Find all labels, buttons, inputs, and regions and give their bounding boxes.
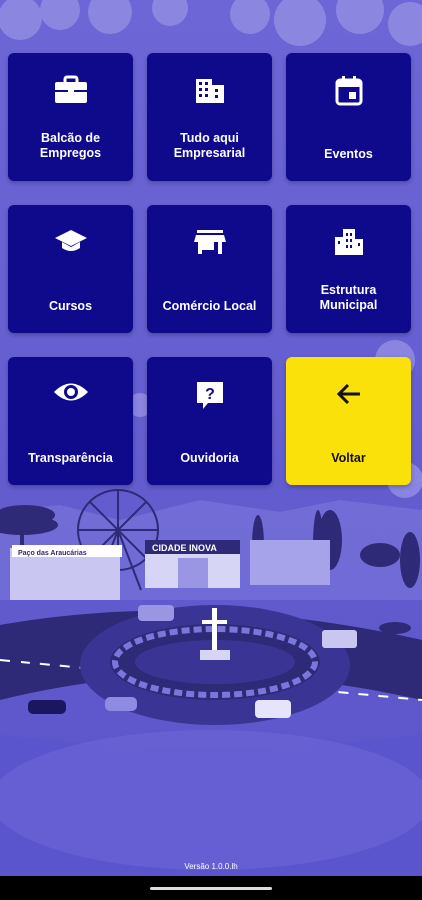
- graduation-cap-icon: [8, 227, 133, 255]
- building-icon: [147, 75, 272, 105]
- tile-label: Voltar: [331, 451, 366, 465]
- svg-text:?: ?: [205, 386, 215, 403]
- tile-label: Balcão de Empregos: [39, 131, 102, 160]
- sign-left: Paço das Araucárias: [18, 550, 87, 557]
- city-buildings-icon: [286, 227, 411, 257]
- tile-label: Transparência: [28, 451, 113, 465]
- briefcase-icon: [8, 75, 133, 105]
- calendar-icon: [286, 75, 411, 107]
- back-button[interactable]: Voltar: [286, 357, 411, 485]
- menu-grid: Balcão de Empregos Tudo aqui Empresarial…: [8, 53, 412, 485]
- tile-label: Estrutura Municipal: [319, 283, 378, 312]
- tile-tudo-aqui-empresarial[interactable]: Tudo aqui Empresarial: [147, 53, 272, 181]
- tile-ouvidoria[interactable]: ? Ouvidoria: [147, 357, 272, 485]
- tile-label: Ouvidoria: [180, 451, 239, 465]
- version-text: Versão 1.0.0.lh: [184, 862, 238, 871]
- tile-estrutura-municipal[interactable]: Estrutura Municipal: [286, 205, 411, 333]
- question-chat-icon: ?: [147, 379, 272, 411]
- eye-icon: [8, 379, 133, 405]
- tile-balcao-de-empregos[interactable]: Balcão de Empregos: [8, 53, 133, 181]
- tile-label: Tudo aqui Empresarial: [173, 131, 246, 160]
- tile-comercio-local[interactable]: Comércio Local: [147, 205, 272, 333]
- store-icon: [147, 227, 272, 257]
- home-gesture-handle[interactable]: [150, 887, 272, 890]
- tile-label: Cursos: [48, 299, 93, 313]
- tile-cursos[interactable]: Cursos: [8, 205, 133, 333]
- sign-center: CIDADE INOVA: [152, 543, 217, 553]
- tile-transparencia[interactable]: Transparência: [8, 357, 133, 485]
- tile-eventos[interactable]: Eventos: [286, 53, 411, 181]
- arrow-left-icon: [286, 379, 411, 409]
- tile-label: Comércio Local: [162, 299, 257, 313]
- tile-label: Eventos: [324, 147, 373, 161]
